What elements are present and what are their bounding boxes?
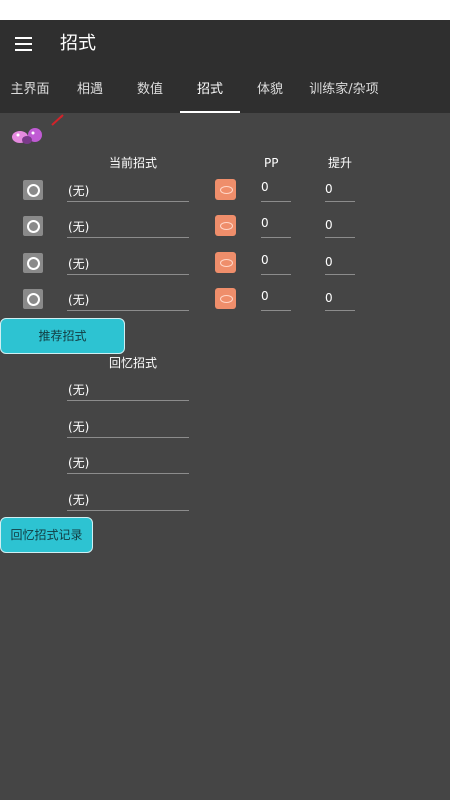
relearn-moves-header: 回忆招式 [109, 356, 158, 370]
tab-trainer-misc[interactable]: 训练家/杂项 [300, 68, 388, 113]
move-value: (无) [68, 220, 90, 234]
pp-field-3[interactable]: 0 [261, 252, 291, 275]
ppup-value: 0 [325, 291, 333, 305]
ppup-header: 提升 [328, 156, 353, 170]
ball-icon[interactable] [23, 216, 43, 236]
active-tab-indicator [180, 111, 240, 113]
ppup-value: 0 [325, 182, 333, 196]
move-value: (无) [68, 184, 90, 198]
pp-value: 0 [261, 253, 269, 267]
type-icon[interactable] [215, 215, 236, 236]
current-moves-header: 当前招式 [109, 156, 158, 170]
tab-appearance[interactable]: 体貌 [240, 68, 300, 113]
tab-stats[interactable]: 数值 [120, 68, 180, 113]
shiny-mark-icon [51, 114, 64, 126]
pp-field-2[interactable]: 0 [261, 215, 291, 238]
move-field-3[interactable]: (无) [67, 252, 189, 275]
relearn-value: (无) [68, 383, 90, 397]
type-icon[interactable] [215, 252, 236, 273]
relearn-value: (无) [68, 493, 90, 507]
ppup-field-2[interactable]: 0 [325, 215, 355, 238]
pp-header: PP [264, 156, 279, 170]
tab-moves[interactable]: 招式 [180, 68, 240, 113]
ball-icon[interactable] [23, 253, 43, 273]
pp-field-4[interactable]: 0 [261, 288, 291, 311]
type-icon[interactable] [215, 288, 236, 309]
tab-encounter[interactable]: 相遇 [60, 68, 120, 113]
relearn-field-3[interactable]: (无) [67, 451, 189, 474]
pp-field-1[interactable]: 0 [261, 179, 291, 202]
relearn-value: (无) [68, 456, 90, 470]
ppup-value: 0 [325, 255, 333, 269]
move-field-4[interactable]: (无) [67, 288, 189, 311]
menu-icon[interactable] [15, 37, 32, 51]
recommend-moves-button[interactable]: 推荐招式 [0, 318, 125, 354]
pp-value: 0 [261, 180, 269, 194]
ball-icon[interactable] [23, 289, 43, 309]
relearn-field-2[interactable]: (无) [67, 415, 189, 438]
ppup-value: 0 [325, 218, 333, 232]
relearn-field-1[interactable]: (无) [67, 378, 189, 401]
move-value: (无) [68, 257, 90, 271]
move-field-2[interactable]: (无) [67, 215, 189, 238]
relearn-value: (无) [68, 420, 90, 434]
pp-value: 0 [261, 289, 269, 303]
page-title: 招式 [60, 33, 96, 54]
pp-value: 0 [261, 216, 269, 230]
app-bar: 招式 [0, 20, 450, 68]
relearn-record-button[interactable]: 回忆招式记录 [0, 517, 93, 553]
tab-main[interactable]: 主界面 [0, 68, 60, 113]
move-field-1[interactable]: (无) [67, 179, 189, 202]
pokemon-sprite [12, 128, 42, 144]
ppup-field-1[interactable]: 0 [325, 179, 355, 202]
tab-bar: 主界面 相遇 数值 招式 体貌 训练家/杂项 [0, 68, 450, 113]
status-bar [0, 0, 450, 20]
ball-icon[interactable] [23, 180, 43, 200]
relearn-field-4[interactable]: (无) [67, 488, 189, 511]
ppup-field-4[interactable]: 0 [325, 288, 355, 311]
move-value: (无) [68, 293, 90, 307]
ppup-field-3[interactable]: 0 [325, 252, 355, 275]
type-icon[interactable] [215, 179, 236, 200]
